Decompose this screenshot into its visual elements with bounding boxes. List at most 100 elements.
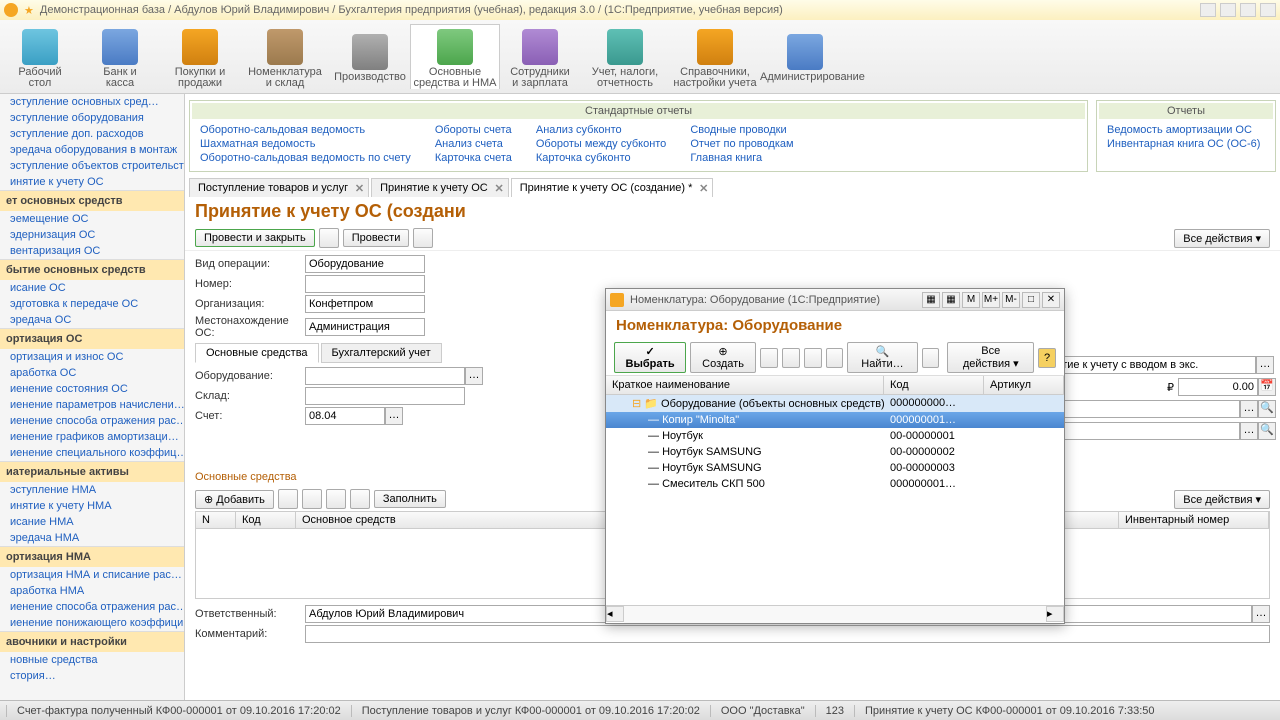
sidebar-item[interactable]: исание НМА bbox=[0, 514, 184, 530]
account-select-button[interactable]: … bbox=[385, 407, 403, 425]
sidebar-item[interactable]: иенение графиков амортизаци… bbox=[0, 429, 184, 445]
subtab-accounting[interactable]: Бухгалтерский учет bbox=[321, 343, 442, 363]
report-link[interactable]: Обороты счета bbox=[435, 123, 512, 137]
warehouse-input[interactable] bbox=[305, 387, 465, 405]
delete-row-icon[interactable] bbox=[302, 489, 322, 509]
copy-icon[interactable] bbox=[782, 348, 800, 368]
sidebar-item[interactable]: иенение параметров начислени… bbox=[0, 397, 184, 413]
delete-icon[interactable] bbox=[826, 348, 844, 368]
sidebar-item[interactable]: иенение понижающего коэффици… bbox=[0, 615, 184, 631]
report-link[interactable]: Карточка счета bbox=[435, 151, 512, 165]
popup-btn2[interactable]: ▦ bbox=[942, 292, 960, 308]
create-button[interactable]: ⊕ Создать bbox=[690, 342, 756, 373]
report-link[interactable]: Отчет по проводкам bbox=[690, 137, 793, 151]
sidebar-item[interactable]: инятие к учету НМА bbox=[0, 498, 184, 514]
sidebar-item[interactable]: эдернизация ОС bbox=[0, 227, 184, 243]
amount-input[interactable] bbox=[1178, 378, 1258, 396]
popup-mminus[interactable]: M- bbox=[1002, 292, 1020, 308]
popup-all-actions[interactable]: Все действия ▾ bbox=[947, 342, 1034, 373]
equipment-input[interactable] bbox=[305, 367, 465, 385]
mesto-input[interactable] bbox=[305, 318, 425, 336]
list-item[interactable]: — Смеситель СКП 500000000001… bbox=[606, 476, 1064, 492]
all-actions-button[interactable]: Все действия ▾ bbox=[1174, 229, 1270, 248]
scrollbar[interactable] bbox=[624, 606, 1046, 623]
sidebar-item[interactable]: аработка ОС bbox=[0, 365, 184, 381]
print-icon[interactable] bbox=[413, 228, 433, 248]
sidebar-item[interactable]: иенение способа отражения рас… bbox=[0, 599, 184, 615]
popup-m[interactable]: M bbox=[962, 292, 980, 308]
tool-stock[interactable]: Номенклатураи склад bbox=[240, 25, 330, 89]
status-item[interactable]: Принятие к учету ОС КФ00-000001 от 09.10… bbox=[854, 705, 1165, 717]
popup-btn1[interactable]: ▦ bbox=[922, 292, 940, 308]
tool-bank[interactable]: Банк икасса bbox=[80, 25, 160, 89]
report-link[interactable]: Шахматная ведомость bbox=[200, 137, 411, 151]
tool-admin[interactable]: Администрирование bbox=[760, 30, 850, 83]
tool-production[interactable]: Производство bbox=[330, 30, 410, 83]
list-item[interactable]: ⊟ 📁 Оборудование (объекты основных средс… bbox=[606, 395, 1064, 412]
popup-close[interactable]: ✕ bbox=[1042, 292, 1060, 308]
list-item[interactable]: — Ноутбук SAMSUNG00-00000003 bbox=[606, 460, 1064, 476]
close-icon[interactable]: ✕ bbox=[355, 182, 364, 195]
document-tab[interactable]: Принятие к учету ОС (создание) *✕ bbox=[511, 178, 714, 197]
select-button[interactable]: ✓ Выбрать bbox=[614, 342, 686, 373]
tool-refs[interactable]: Справочники,настройки учета bbox=[670, 25, 760, 89]
sidebar-item[interactable]: эдготовка к передаче ОС bbox=[0, 296, 184, 312]
save-icon[interactable] bbox=[319, 228, 339, 248]
copy-row-icon[interactable] bbox=[278, 489, 298, 509]
status-item[interactable]: 123 bbox=[815, 705, 854, 717]
post-button[interactable]: Провести bbox=[343, 229, 410, 247]
responsible-select-button[interactable]: … bbox=[1252, 605, 1270, 623]
close-icon[interactable]: ✕ bbox=[495, 182, 504, 195]
report-link[interactable]: Инвентарная книга ОС (ОС-6) bbox=[1107, 137, 1260, 151]
search-icon[interactable]: 🔍 bbox=[1258, 422, 1276, 440]
vid-op-input[interactable] bbox=[305, 255, 425, 273]
document-tab[interactable]: Принятие к учету ОС✕ bbox=[371, 178, 509, 197]
maximize-button[interactable] bbox=[1240, 3, 1256, 17]
popup-mplus[interactable]: M+ bbox=[982, 292, 1000, 308]
close-icon[interactable]: ✕ bbox=[699, 182, 708, 195]
sidebar-item[interactable]: эредача ОС bbox=[0, 312, 184, 328]
list-item[interactable]: — Ноутбук00-00000001 bbox=[606, 428, 1064, 444]
list-item[interactable]: — Копир "Minolta"000000001… bbox=[606, 412, 1064, 428]
sidebar-item[interactable]: ортизация и износ ОС bbox=[0, 349, 184, 365]
scroll-left-icon[interactable]: ◂ bbox=[606, 606, 624, 622]
calendar-icon[interactable]: 📅 bbox=[1258, 378, 1276, 396]
report-link[interactable]: Анализ субконто bbox=[536, 123, 666, 137]
sidebar-item[interactable]: инятие к учету ОС bbox=[0, 174, 184, 190]
report-link[interactable]: Главная книга bbox=[690, 151, 793, 165]
grid-all-actions[interactable]: Все действия ▾ bbox=[1174, 490, 1270, 509]
sidebar-item[interactable]: вентаризация ОС bbox=[0, 243, 184, 259]
sidebar-item[interactable]: исание ОС bbox=[0, 280, 184, 296]
scroll-right-icon[interactable]: ▸ bbox=[1046, 606, 1064, 622]
help-icon[interactable] bbox=[1200, 3, 1216, 17]
subtab-os[interactable]: Основные средства bbox=[195, 343, 319, 363]
tool-tax[interactable]: Учет, налоги,отчетность bbox=[580, 25, 670, 89]
event-select-button[interactable]: … bbox=[1256, 356, 1274, 374]
sidebar-item[interactable]: аработка НМА bbox=[0, 583, 184, 599]
add-row-button[interactable]: ⊕ Добавить bbox=[195, 490, 274, 509]
sidebar-item[interactable]: ортизация НМА и списание рас… bbox=[0, 567, 184, 583]
sidebar-item[interactable]: новные средства bbox=[0, 652, 184, 668]
save-close-button[interactable]: Провести и закрыть bbox=[195, 229, 315, 247]
sidebar-item[interactable]: эступление доп. расходов bbox=[0, 126, 184, 142]
report-link[interactable]: Карточка субконто bbox=[536, 151, 666, 165]
list-item[interactable]: — Ноутбук SAMSUNG00-00000002 bbox=[606, 444, 1064, 460]
sidebar-item[interactable]: иенение состояния ОС bbox=[0, 381, 184, 397]
status-item[interactable]: Поступление товаров и услуг КФ00-000001 … bbox=[351, 705, 710, 717]
sidebar-item[interactable]: иенение способа отражения рас… bbox=[0, 413, 184, 429]
report-link[interactable]: Ведомость амортизации ОС bbox=[1107, 123, 1260, 137]
tool-assets[interactable]: Основныесредства и НМА bbox=[410, 24, 500, 89]
tool-desktop[interactable]: Рабочийстол bbox=[0, 25, 80, 89]
sidebar-item[interactable]: эредача НМА bbox=[0, 530, 184, 546]
find-button[interactable]: 🔍 Найти… bbox=[847, 342, 917, 373]
fill-button[interactable]: Заполнить bbox=[374, 490, 446, 508]
status-item[interactable]: ООО "Доставка" bbox=[710, 705, 815, 717]
clear-find-icon[interactable] bbox=[922, 348, 940, 368]
report-link[interactable]: Сводные проводки bbox=[690, 123, 793, 137]
tool-staff[interactable]: Сотрудникии зарплата bbox=[500, 25, 580, 89]
help-icon[interactable]: ? bbox=[1038, 348, 1056, 368]
account-input[interactable] bbox=[305, 407, 385, 425]
close-button[interactable] bbox=[1260, 3, 1276, 17]
tool-sales[interactable]: Покупки ипродажи bbox=[160, 25, 240, 89]
search-icon[interactable]: 🔍 bbox=[1258, 400, 1276, 418]
